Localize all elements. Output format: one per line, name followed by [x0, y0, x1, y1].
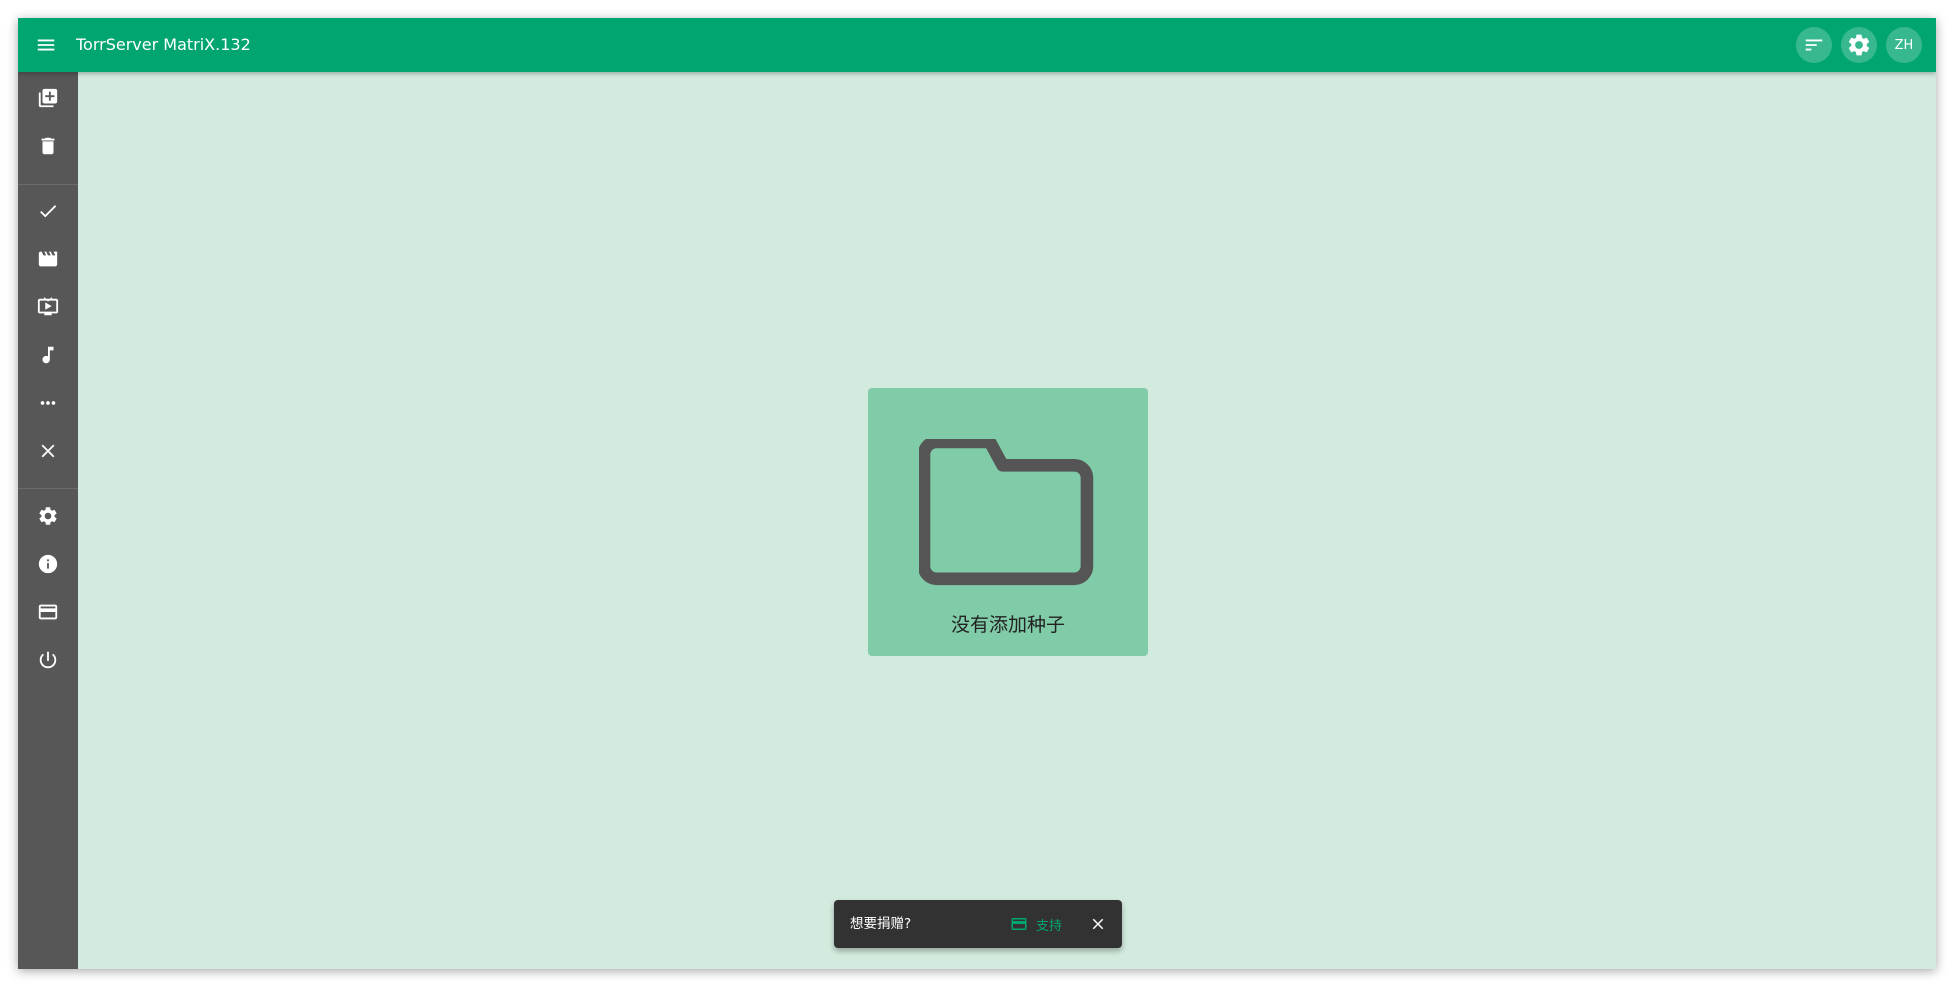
snackbar-close-button[interactable]	[1086, 912, 1110, 936]
music-note-icon	[42, 346, 54, 364]
info-icon	[38, 554, 58, 574]
power-icon	[39, 651, 57, 669]
trash-icon	[41, 137, 55, 155]
hamburger-menu-icon[interactable]	[28, 27, 64, 63]
app-bar: TorrServer MatriX.132 ZH	[18, 18, 1936, 72]
settings-button[interactable]	[1841, 27, 1877, 63]
sidebar-item-shutdown[interactable]	[18, 638, 78, 682]
clapperboard-icon	[38, 251, 58, 267]
sidebar-item-remove-all[interactable]	[18, 124, 78, 168]
top-actions: ZH	[1796, 27, 1922, 63]
check-icon	[40, 205, 57, 218]
more-horizontal-icon	[40, 401, 56, 405]
close-icon	[1092, 918, 1104, 930]
app-window: TorrServer MatriX.132 ZH 没有添加种子 想要捐赠? 支持	[18, 18, 1936, 969]
app-title: TorrServer MatriX.132	[76, 35, 251, 54]
donate-snackbar: 想要捐赠? 支持	[834, 900, 1122, 948]
library-add-icon	[38, 88, 58, 108]
sidebar	[18, 72, 78, 969]
folder-icon	[919, 439, 1094, 586]
empty-state-text: 没有添加种子	[950, 614, 1065, 636]
credit-card-icon	[38, 604, 58, 620]
gear-icon	[39, 507, 57, 525]
credit-card-icon	[1011, 918, 1027, 930]
sidebar-item-filter-series[interactable]	[18, 285, 78, 329]
sidebar-item-settings[interactable]	[18, 494, 78, 538]
sidebar-item-filter-movies[interactable]	[18, 237, 78, 281]
sidebar-item-filter-music[interactable]	[18, 333, 78, 377]
sidebar-item-filter-all[interactable]	[18, 189, 78, 233]
sidebar-item-close-server[interactable]	[18, 429, 78, 473]
sort-button[interactable]	[1796, 27, 1832, 63]
sidebar-item-add-torrent[interactable]	[18, 76, 78, 120]
sidebar-item-about[interactable]	[18, 542, 78, 586]
sidebar-item-filter-other[interactable]	[18, 381, 78, 425]
sort-icon	[1805, 39, 1823, 51]
close-icon	[41, 444, 55, 458]
empty-state-card: 没有添加种子	[868, 388, 1148, 656]
sidebar-divider	[18, 488, 78, 489]
support-button[interactable]: 支持	[1010, 912, 1062, 936]
sidebar-divider	[18, 184, 78, 185]
sidebar-item-donate[interactable]	[18, 590, 78, 634]
language-button[interactable]: ZH	[1886, 27, 1922, 63]
tv-icon	[37, 297, 59, 316]
snackbar-message: 想要捐赠?	[850, 916, 912, 932]
support-button-label: 支持	[1036, 918, 1063, 934]
gear-icon	[1848, 34, 1870, 56]
